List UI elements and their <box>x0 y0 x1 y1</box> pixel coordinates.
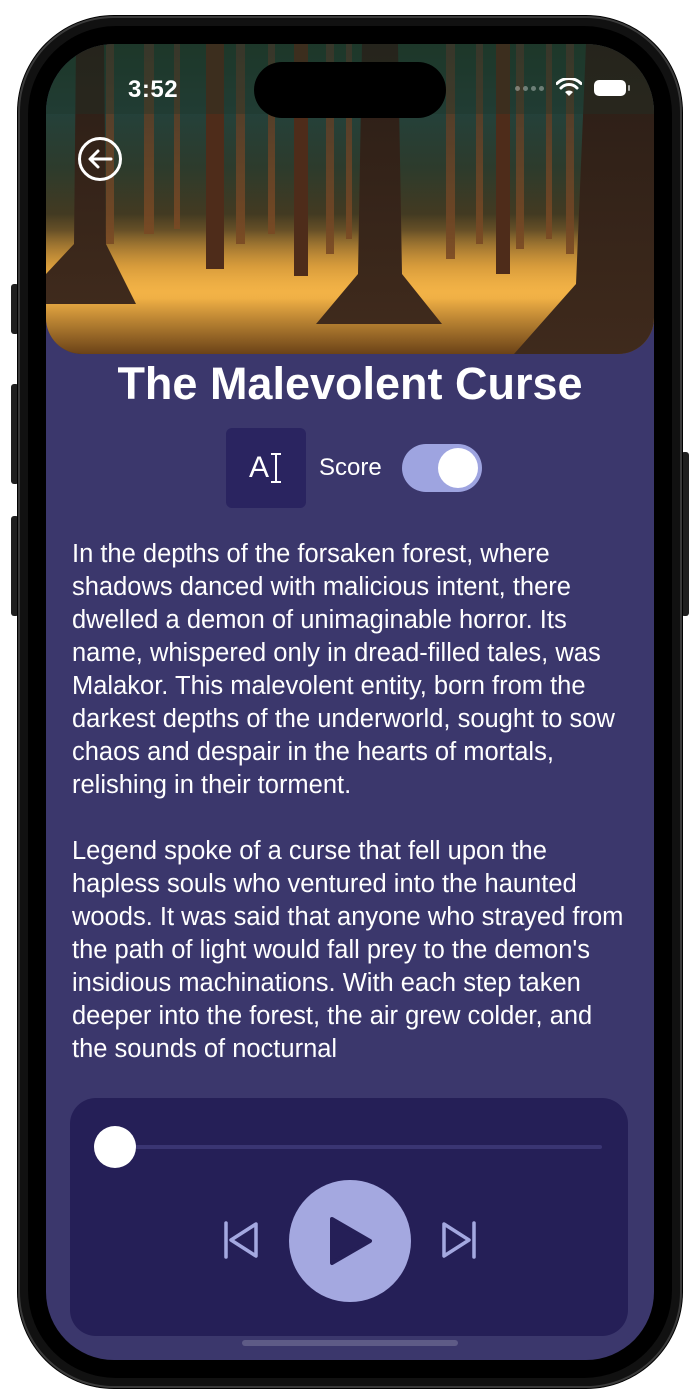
battery-icon <box>594 80 630 96</box>
audio-player <box>70 1098 628 1336</box>
text-cursor-icon <box>271 453 281 483</box>
play-button[interactable] <box>289 1180 411 1302</box>
progress-slider-thumb[interactable] <box>94 1126 136 1168</box>
power-button <box>681 452 689 616</box>
story-paragraph: In the depths of the forsaken forest, wh… <box>72 540 615 799</box>
home-indicator[interactable] <box>242 1340 458 1346</box>
dynamic-island <box>254 62 446 118</box>
status-indicators <box>515 78 630 98</box>
wifi-icon <box>556 78 582 96</box>
progress-track[interactable] <box>118 1145 602 1149</box>
arrow-left-icon <box>88 149 113 169</box>
text-size-label: A <box>248 451 269 484</box>
skip-back-icon[interactable] <box>222 1220 262 1260</box>
score-label: Score <box>319 454 382 481</box>
story-title: The Malevolent Curse <box>117 358 583 409</box>
play-icon <box>330 1217 372 1265</box>
back-button[interactable] <box>78 137 122 181</box>
reading-controls: A Score <box>226 428 482 508</box>
toggle-knob <box>437 448 478 488</box>
story-paragraph: Legend spoke of a curse that fell upon t… <box>72 837 624 1063</box>
screen: 3:52 The Malevolent Curse A Score In the… <box>46 44 654 1360</box>
score-toggle[interactable] <box>401 444 482 492</box>
text-size-button[interactable]: A <box>226 428 306 508</box>
skip-forward-icon[interactable] <box>438 1220 478 1260</box>
story-text: In the depths of the forsaken forest, wh… <box>72 538 632 1099</box>
status-time: 3:52 <box>128 76 179 103</box>
cellular-signal-icon <box>515 85 544 91</box>
